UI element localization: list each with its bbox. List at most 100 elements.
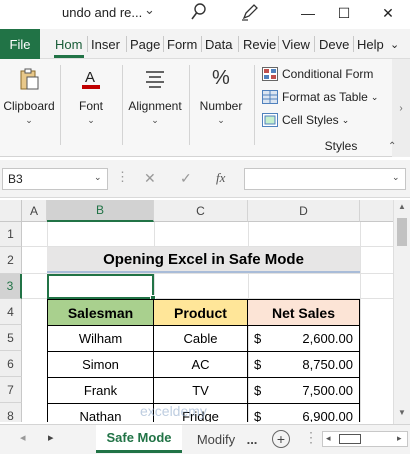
conditional-formatting-label: Conditional Form xyxy=(282,67,374,81)
net-sales-value: 6,900.00 xyxy=(302,409,353,422)
add-sheet-button[interactable]: + xyxy=(272,430,290,448)
title-chevron-icon[interactable]: ⌄ xyxy=(144,2,155,18)
number-label: Number xyxy=(199,99,243,113)
worksheet-grid[interactable]: A B C D 1 2 3 4 5 6 7 8 Opening Excel in… xyxy=(0,200,393,422)
tab-help[interactable]: Help xyxy=(357,29,384,59)
ribbon-options-icon[interactable]: ⌄ xyxy=(390,29,399,59)
tab-separator xyxy=(126,36,127,52)
insert-function-icon[interactable]: fx xyxy=(216,170,225,186)
hscroll-left-icon[interactable]: ◂ xyxy=(326,433,331,444)
cell-styles-icon xyxy=(262,113,278,127)
tab-split-grip-icon[interactable]: ⋮ xyxy=(304,429,318,446)
watermark-logo: exceldemy xyxy=(140,403,207,419)
sheet-title[interactable]: Opening Excel in Safe Mode xyxy=(47,247,360,273)
product-cell[interactable]: AC xyxy=(154,352,248,378)
sheet-tab-safe-mode[interactable]: Safe Mode xyxy=(96,425,182,453)
tab-data[interactable]: Data xyxy=(205,29,232,59)
name-box[interactable]: B3 xyxy=(2,168,108,190)
product-cell[interactable]: Cable xyxy=(154,326,248,352)
horizontal-scroll-thumb[interactable] xyxy=(339,434,361,444)
salesman-cell[interactable]: Simon xyxy=(48,352,154,378)
more-sheets-button[interactable]: ... xyxy=(242,425,262,453)
vertical-scrollbar[interactable]: ▲ ▼ xyxy=(393,200,410,424)
expand-formula-bar-icon[interactable]: ⌄ xyxy=(392,172,400,183)
pen-icon[interactable] xyxy=(240,2,260,27)
column-header-a[interactable]: A xyxy=(22,200,47,222)
net-sales-header[interactable]: Net Sales xyxy=(248,300,360,326)
net-sales-cell[interactable]: $ 8,750.00 xyxy=(248,352,360,378)
horizontal-scrollbar[interactable]: ◂ ▸ xyxy=(322,431,408,447)
minimize-button[interactable]: — xyxy=(290,0,326,26)
tab-page-layout[interactable]: Page xyxy=(130,29,160,59)
selected-cell-b3[interactable] xyxy=(47,274,154,299)
font-group[interactable]: A Font ⌄ xyxy=(64,59,118,157)
enter-icon[interactable]: ✓ xyxy=(180,170,192,187)
column-header-d[interactable]: D xyxy=(248,200,360,222)
cell-styles-button[interactable]: Cell Styles ⌄ xyxy=(262,109,349,131)
row-header-3[interactable]: 3 xyxy=(0,274,22,299)
column-header-e[interactable] xyxy=(360,200,393,222)
hscroll-right-icon[interactable]: ▸ xyxy=(397,433,402,444)
tab-formulas[interactable]: Form xyxy=(167,29,197,59)
name-box-dropdown-icon[interactable]: ⌄ xyxy=(94,172,102,183)
sheet-scroll-left-icon[interactable]: ◂ xyxy=(20,431,26,444)
maximize-button[interactable]: ☐ xyxy=(326,0,362,26)
salesman-cell[interactable]: Frank xyxy=(48,378,154,404)
sheet-scroll-right-icon[interactable]: ▸ xyxy=(48,431,54,444)
net-sales-value: 8,750.00 xyxy=(302,357,353,372)
tab-insert[interactable]: Inser xyxy=(91,29,120,59)
tab-separator xyxy=(238,36,239,52)
column-header-c[interactable]: C xyxy=(154,200,248,222)
tab-review[interactable]: Revie xyxy=(243,29,276,59)
clipboard-group[interactable]: Clipboard ⌄ xyxy=(0,59,58,157)
vertical-scroll-thumb[interactable] xyxy=(397,218,407,246)
ribbon: Clipboard ⌄ A Font ⌄ Alignment ⌄ % Numbe… xyxy=(0,59,410,157)
conditional-formatting-button[interactable]: Conditional Form xyxy=(262,63,373,85)
product-cell[interactable]: TV xyxy=(154,378,248,404)
ribbon-tabs: File Hom Inser Page Form Data Revie View… xyxy=(0,29,410,59)
salesman-cell[interactable]: Wilham xyxy=(48,326,154,352)
product-header[interactable]: Product xyxy=(154,300,248,326)
salesman-header[interactable]: Salesman xyxy=(48,300,154,326)
clipboard-icon xyxy=(20,68,39,90)
search-icon[interactable] xyxy=(190,2,208,27)
select-all-corner[interactable] xyxy=(0,200,22,222)
row-header-4[interactable]: 4 xyxy=(0,299,22,325)
format-as-table-button[interactable]: Format as Table ⌄ xyxy=(262,86,378,108)
alignment-icon xyxy=(146,71,164,88)
sheet-tab-modify[interactable]: Modify xyxy=(190,425,242,453)
tab-separator xyxy=(278,36,279,52)
formula-input[interactable] xyxy=(244,168,406,190)
currency-symbol: $ xyxy=(254,357,262,372)
close-button[interactable]: ✕ xyxy=(370,0,406,26)
scroll-up-icon[interactable]: ▲ xyxy=(396,202,408,214)
scroll-down-icon[interactable]: ▼ xyxy=(396,408,408,420)
tab-view[interactable]: View xyxy=(282,29,310,59)
row-header-5[interactable]: 5 xyxy=(0,325,22,351)
column-header-b[interactable]: B xyxy=(47,200,154,222)
row-header-7[interactable]: 7 xyxy=(0,377,22,403)
gridline xyxy=(360,222,361,422)
currency-symbol: $ xyxy=(254,409,262,422)
number-group[interactable]: % Number ⌄ xyxy=(192,59,250,157)
net-sales-cell[interactable]: $ 7,500.00 xyxy=(248,378,360,404)
collapse-ribbon-icon[interactable]: ⌃ xyxy=(388,141,396,152)
row-header-6[interactable]: 6 xyxy=(0,351,22,377)
net-sales-cell[interactable]: $ 6,900.00 xyxy=(248,404,360,422)
group-separator xyxy=(254,65,255,145)
font-icon: A xyxy=(82,69,100,89)
row-header-8[interactable]: 8 xyxy=(0,403,22,422)
format-as-table-label: Format as Table xyxy=(282,90,368,104)
tab-separator xyxy=(201,36,202,52)
row-header-2[interactable]: 2 xyxy=(0,247,22,274)
net-sales-cell[interactable]: $ 2,600.00 xyxy=(248,326,360,352)
cancel-icon[interactable]: ✕ xyxy=(144,170,156,187)
salesman-cell[interactable]: Nathan xyxy=(48,404,154,422)
conditional-formatting-icon xyxy=(262,67,278,81)
format-as-table-chevron-icon: ⌄ xyxy=(370,91,379,102)
alignment-group[interactable]: Alignment ⌄ xyxy=(124,59,186,157)
tab-file[interactable]: File xyxy=(0,29,40,59)
row-header-1[interactable]: 1 xyxy=(0,222,22,247)
cell-styles-chevron-icon: ⌄ xyxy=(341,114,350,125)
tab-developer[interactable]: Deve xyxy=(319,29,349,59)
